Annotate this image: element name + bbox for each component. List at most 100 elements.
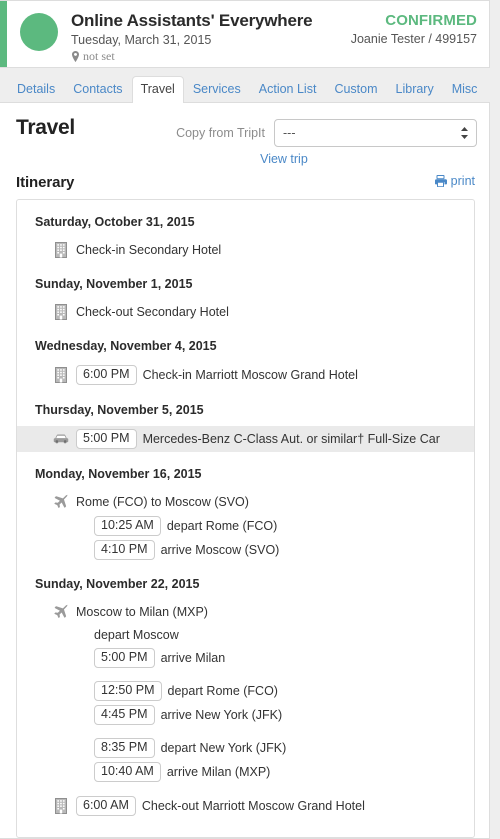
view-trip-link[interactable]: View trip xyxy=(260,151,308,167)
itinerary-item-label: depart Moscow xyxy=(94,628,179,642)
itinerary-segment-row[interactable]: 12:50 PM depart Rome (FCO) xyxy=(17,679,474,703)
itinerary-item-label: Mercedes-Benz C-Class Aut. or similar† F… xyxy=(142,432,440,446)
itinerary-item-label: depart Rome (FCO) xyxy=(167,684,278,698)
time-badge: 5:00 PM xyxy=(94,648,155,668)
plane-icon xyxy=(53,604,69,620)
status-badge: CONFIRMED xyxy=(385,12,477,29)
tab-details[interactable]: Details xyxy=(8,76,64,103)
event-location: not set xyxy=(71,49,351,64)
event-header-main: Online Assistants' Everywhere Tuesday, M… xyxy=(71,10,351,64)
travel-header-row: Travel Copy from TripIt --- View trip xyxy=(16,115,477,167)
itinerary-day-header: Monday, November 16, 2015 xyxy=(35,467,202,481)
section-title-itinerary: Itinerary xyxy=(16,174,75,191)
tab-action-list[interactable]: Action List xyxy=(250,76,326,103)
itinerary-day-group: Thursday, November 5, 2015 5:00 PM Mercede… xyxy=(17,402,474,452)
event-location-label: not set xyxy=(83,49,115,63)
itinerary-item-row[interactable]: Check-out Secondary Hotel xyxy=(17,300,474,324)
time-badge: 4:45 PM xyxy=(94,705,155,725)
itinerary-segment-row[interactable]: 4:10 PM arrive Moscow (SVO) xyxy=(17,538,474,562)
avatar xyxy=(20,13,58,51)
event-header-card: Online Assistants' Everywhere Tuesday, M… xyxy=(0,0,490,68)
tab-contacts[interactable]: Contacts xyxy=(64,76,131,103)
itinerary-list: Saturday, October 31, 2015 Check-in Secon… xyxy=(16,199,475,838)
itinerary-item-row[interactable]: 6:00 AM Check-out Marriott Moscow Grand H… xyxy=(17,793,474,819)
itinerary-item-label: arrive New York (JFK) xyxy=(160,708,283,722)
page-title: Online Assistants' Everywhere xyxy=(71,11,313,30)
chevron-updown-icon xyxy=(460,126,469,140)
tab-bar: Details Contacts Travel Services Action List… xyxy=(0,74,500,103)
tab-custom[interactable]: Custom xyxy=(325,76,386,103)
tab-label: Custom xyxy=(334,82,378,96)
tab-travel[interactable]: Travel xyxy=(131,76,184,103)
tab-label: Contacts xyxy=(73,82,123,96)
itinerary-item-label: arrive Milan xyxy=(160,651,226,665)
itinerary-segment-row[interactable]: depart Moscow xyxy=(17,624,474,646)
itinerary-day-header: Wednesday, November 4, 2015 xyxy=(35,339,217,353)
itinerary-item-row[interactable]: 6:00 PM Check-in Marriott Moscow Grand Ho… xyxy=(17,362,474,388)
tab-library[interactable]: Library xyxy=(387,76,443,103)
trip-select-value: --- xyxy=(283,126,296,140)
itinerary-item-label: Rome (FCO) to Moscow (SVO) xyxy=(76,495,249,509)
print-button[interactable]: print xyxy=(434,174,475,188)
itinerary-item-row[interactable]: 5:00 PM Mercedes-Benz C-Class Aut. or sim… xyxy=(17,426,474,452)
time-badge: 12:50 PM xyxy=(94,681,162,701)
trip-select[interactable]: --- xyxy=(274,119,477,147)
segment-spacer xyxy=(17,727,474,736)
copy-from-tripit-group: Copy from TripIt --- View trip xyxy=(176,115,477,167)
time-badge: 8:35 PM xyxy=(94,738,155,758)
itinerary-segment-row[interactable]: 4:45 PM arrive New York (JFK) xyxy=(17,703,474,727)
segment-spacer xyxy=(17,670,474,679)
itinerary-item-label: Check-in Marriott Moscow Grand Hotel xyxy=(142,368,358,382)
plane-icon xyxy=(53,494,69,510)
time-badge: 4:10 PM xyxy=(94,540,155,560)
itinerary-segment-row[interactable]: 5:00 PM arrive Milan xyxy=(17,646,474,670)
tab-label: Travel xyxy=(140,82,175,96)
tab-label: Misc xyxy=(451,82,478,96)
status-accent-bar xyxy=(0,1,7,67)
event-date: Tuesday, March 31, 2015 xyxy=(71,33,212,47)
itinerary-day-group: Wednesday, November 4, 2015 6:00 PM Check-… xyxy=(17,338,474,388)
time-badge: 6:00 AM xyxy=(76,796,136,816)
itinerary-item-row[interactable]: Moscow to Milan (MXP) xyxy=(17,600,474,624)
owner-and-id: Joanie Tester / 499157 xyxy=(350,32,477,46)
itinerary-item-label: depart Rome (FCO) xyxy=(166,519,278,533)
itinerary-item-row[interactable]: Check-in Secondary Hotel xyxy=(17,238,474,262)
itinerary-day-header: Saturday, October 31, 2015 xyxy=(35,215,195,229)
itinerary-day-header: Thursday, November 5, 2015 xyxy=(35,403,204,417)
tab-label: Services xyxy=(192,82,241,96)
print-label: print xyxy=(450,174,475,188)
itinerary-header-row: Itinerary print xyxy=(16,174,477,191)
itinerary-day-header: Sunday, November 1, 2015 xyxy=(35,277,193,291)
travel-content-panel: Travel Copy from TripIt --- View trip It… xyxy=(0,102,490,839)
hotel-icon xyxy=(53,367,69,383)
hotel-icon xyxy=(53,798,69,814)
itinerary-day-group: Monday, November 16, 2015 Rome (FCO) to M… xyxy=(17,466,474,562)
time-badge: 10:25 AM xyxy=(94,516,161,536)
copy-from-tripit-label: Copy from TripIt xyxy=(176,126,265,140)
itinerary-item-label: depart New York (JFK) xyxy=(160,741,287,755)
itinerary-item-row[interactable]: Rome (FCO) to Moscow (SVO) xyxy=(17,490,474,514)
itinerary-day-group: Sunday, November 22, 2015 Moscow to Milan… xyxy=(17,576,474,819)
itinerary-day-header: Sunday, November 22, 2015 xyxy=(35,577,200,591)
itinerary-day-group: Sunday, November 1, 2015 Check-out Second… xyxy=(17,276,474,324)
itinerary-segment-row[interactable]: 10:40 AM arrive Milan (MXP) xyxy=(17,760,474,784)
copy-from-tripit-row: Copy from TripIt --- xyxy=(176,119,477,147)
itinerary-segment-row[interactable]: 8:35 PM depart New York (JFK) xyxy=(17,736,474,760)
time-badge: 5:00 PM xyxy=(76,429,137,449)
itinerary-segment-row[interactable]: 10:25 AM depart Rome (FCO) xyxy=(17,514,474,538)
itinerary-day-group: Saturday, October 31, 2015 Check-in Secon… xyxy=(17,214,474,262)
tab-label: Library xyxy=(395,82,434,96)
tab-services[interactable]: Services xyxy=(184,76,250,103)
event-header-right: CONFIRMED Joanie Tester / 499157 xyxy=(351,10,477,48)
itinerary-item-label: arrive Milan (MXP) xyxy=(166,765,271,779)
itinerary-item-label: Check-out Secondary Hotel xyxy=(76,305,229,319)
time-badge: 6:00 PM xyxy=(76,365,137,385)
tab-label: Action List xyxy=(258,82,317,96)
car-icon xyxy=(53,431,69,447)
tab-misc[interactable]: Misc xyxy=(443,76,487,103)
itinerary-item-label: arrive Moscow (SVO) xyxy=(160,543,280,557)
itinerary-item-label: Check-in Secondary Hotel xyxy=(76,243,222,257)
printer-icon xyxy=(434,175,447,188)
hotel-icon xyxy=(53,304,69,320)
time-badge: 10:40 AM xyxy=(94,762,161,782)
